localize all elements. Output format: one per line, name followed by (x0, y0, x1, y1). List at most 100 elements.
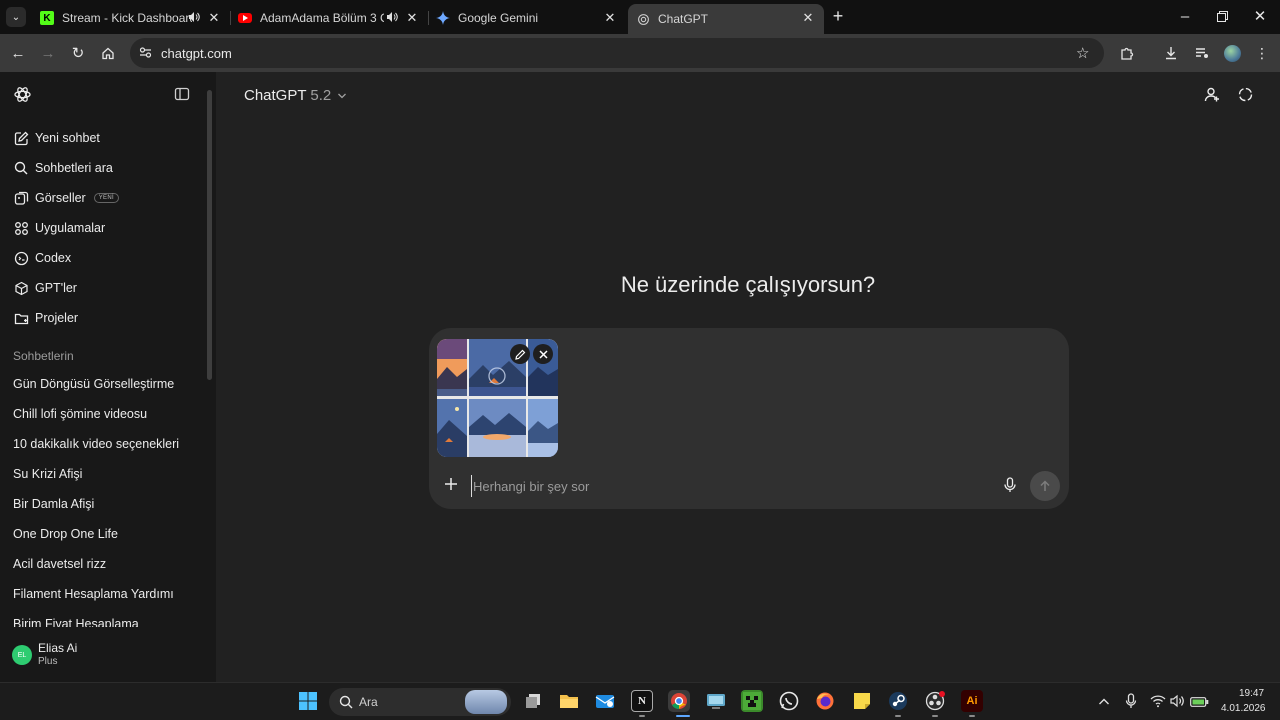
wifi-icon[interactable] (1150, 694, 1166, 713)
nav-label: GPT'ler (35, 281, 77, 295)
tab-youtube-adamadama[interactable]: AdamAdama Bölüm 3 Cici B ✕ (230, 4, 428, 32)
mail-icon[interactable] (594, 690, 616, 712)
browser-menu-icon[interactable]: ⋮ (1252, 43, 1272, 63)
nav-projects[interactable]: Projeler (13, 308, 78, 328)
nav-images[interactable]: Görseller YENİ (13, 188, 119, 208)
clock-time[interactable]: 19:47 (1239, 688, 1264, 699)
new-badge: YENİ (93, 193, 119, 203)
notion-icon[interactable]: N (631, 690, 653, 712)
chat-history-item[interactable]: Gün Döngüsü Görselleştirme (13, 377, 174, 391)
close-tab-icon[interactable]: ✕ (800, 10, 816, 26)
windows-start-icon[interactable] (297, 690, 319, 712)
voice-input-button[interactable] (1003, 477, 1017, 498)
forward-icon[interactable]: → (38, 43, 58, 63)
illustrator-icon[interactable]: Ai (961, 690, 983, 712)
speaker-icon[interactable] (386, 11, 398, 26)
prompt-input[interactable] (471, 475, 991, 497)
tab-search-button[interactable]: ⌄ (6, 7, 26, 27)
minimize-icon[interactable]: – (1175, 6, 1195, 26)
edit-image-button[interactable] (510, 344, 530, 364)
prompt-composer (429, 328, 1069, 509)
clock-date[interactable]: 4.01.2026 (1221, 703, 1266, 714)
home-icon[interactable] (98, 43, 118, 63)
download-icon[interactable] (1161, 43, 1181, 63)
model-selector[interactable]: ChatGPT 5.2 (244, 87, 347, 104)
nav-label: Sohbetleri ara (35, 161, 113, 175)
desktop-app-icon[interactable] (705, 690, 727, 712)
temporary-chat-icon[interactable] (1237, 86, 1254, 108)
browser-toolbar: ← → ↻ chatgpt.com ☆ ⋮ (0, 34, 1280, 72)
openai-logo-icon[interactable] (13, 85, 32, 109)
chat-history-item[interactable]: One Drop One Life (13, 527, 118, 541)
user-name: Elias Ai (38, 641, 78, 655)
nav-search-chats[interactable]: Sohbetleri ara (13, 158, 113, 178)
remove-image-button[interactable] (533, 344, 553, 364)
speaker-icon[interactable] (188, 11, 200, 26)
tab-title: Google Gemini (458, 11, 539, 25)
profile-avatar-icon[interactable] (1222, 43, 1242, 63)
user-profile[interactable]: EL Elias Ai Plus (0, 632, 216, 682)
apps-icon (13, 220, 29, 236)
nav-gpts[interactable]: GPT'ler (13, 278, 77, 298)
chat-history-item[interactable]: Bir Damla Afişi (13, 497, 94, 511)
firefox-icon[interactable] (814, 690, 836, 712)
running-indicator (676, 715, 690, 717)
tab-title: ChatGPT (658, 12, 709, 26)
attached-image-thumbnail[interactable] (437, 339, 558, 457)
tab-google-gemini[interactable]: Google Gemini ✕ (428, 4, 626, 32)
volume-icon[interactable] (1170, 694, 1185, 713)
bookmark-star-icon[interactable]: ☆ (1076, 44, 1089, 62)
page-heading: Ne üzerinde çalışıyorsun? (620, 272, 876, 297)
nav-apps[interactable]: Uygulamalar (13, 218, 105, 238)
reload-icon[interactable]: ↻ (68, 43, 88, 63)
restore-icon[interactable] (1212, 6, 1232, 26)
obs-icon[interactable] (924, 690, 946, 712)
address-bar[interactable]: chatgpt.com ☆ (130, 38, 1104, 68)
close-window-icon[interactable]: ✕ (1250, 6, 1270, 26)
avatar: EL (12, 645, 32, 665)
chrome-icon[interactable] (668, 690, 690, 712)
chat-history-item[interactable]: Acil davetsel rizz (13, 557, 106, 571)
search-highlight-icon (465, 690, 507, 714)
tab-kick-dashboard[interactable]: K Stream - Kick Dashboard ✕ (32, 4, 230, 32)
microphone-icon[interactable] (1125, 693, 1137, 714)
sidebar-scrollbar[interactable] (207, 90, 212, 380)
new-tab-icon[interactable]: + (828, 6, 848, 26)
chat-history-item[interactable]: Filament Hesaplama Yardımı (13, 587, 174, 601)
tab-chatgpt[interactable]: ChatGPT ✕ (628, 4, 824, 34)
tab-title: Stream - Kick Dashboard (62, 11, 192, 25)
chat-history-item[interactable]: Chill lofi şömine videosu (13, 407, 147, 421)
steam-icon[interactable] (887, 690, 909, 712)
close-tab-icon[interactable]: ✕ (404, 10, 420, 26)
back-icon[interactable]: ← (8, 43, 28, 63)
images-icon (13, 190, 29, 206)
chat-history-item[interactable]: 10 dakikalık video seçenekleri (13, 437, 179, 451)
close-tab-icon[interactable]: ✕ (206, 10, 222, 26)
media-controls-icon[interactable] (1192, 43, 1212, 63)
main-panel: ChatGPT 5.2 Ne üzerinde çalışıyorsun? (216, 72, 1280, 682)
send-button[interactable] (1030, 471, 1060, 501)
chat-history-item[interactable]: Su Krizi Afişi (13, 467, 82, 481)
add-attachment-button[interactable] (443, 476, 459, 497)
taskbar-search[interactable]: Ara (329, 688, 511, 716)
add-person-icon[interactable] (1204, 86, 1221, 108)
extensions-icon[interactable] (1117, 43, 1137, 63)
minecraft-icon[interactable] (741, 690, 763, 712)
chat-history-item[interactable]: Birim Fiyat Hesaplama (13, 617, 139, 627)
close-tab-icon[interactable]: ✕ (602, 10, 618, 26)
whatsapp-icon[interactable] (778, 690, 800, 712)
site-info-icon[interactable] (139, 46, 152, 64)
sidebar: Yeni sohbet Sohbetleri ara Görseller YEN… (0, 72, 216, 682)
battery-icon[interactable] (1190, 695, 1209, 713)
toggle-sidebar-icon[interactable] (174, 86, 190, 107)
sticky-notes-icon[interactable] (851, 690, 873, 712)
file-explorer-icon[interactable] (558, 690, 580, 712)
compose-icon (13, 130, 29, 146)
nav-new-chat[interactable]: Yeni sohbet (13, 128, 100, 148)
model-version: 5.2 (310, 87, 332, 104)
nav-codex[interactable]: Codex (13, 248, 71, 268)
chevron-up-icon[interactable] (1098, 694, 1110, 712)
running-indicator (969, 715, 975, 717)
task-view-icon[interactable] (522, 690, 544, 712)
youtube-icon (238, 13, 252, 23)
